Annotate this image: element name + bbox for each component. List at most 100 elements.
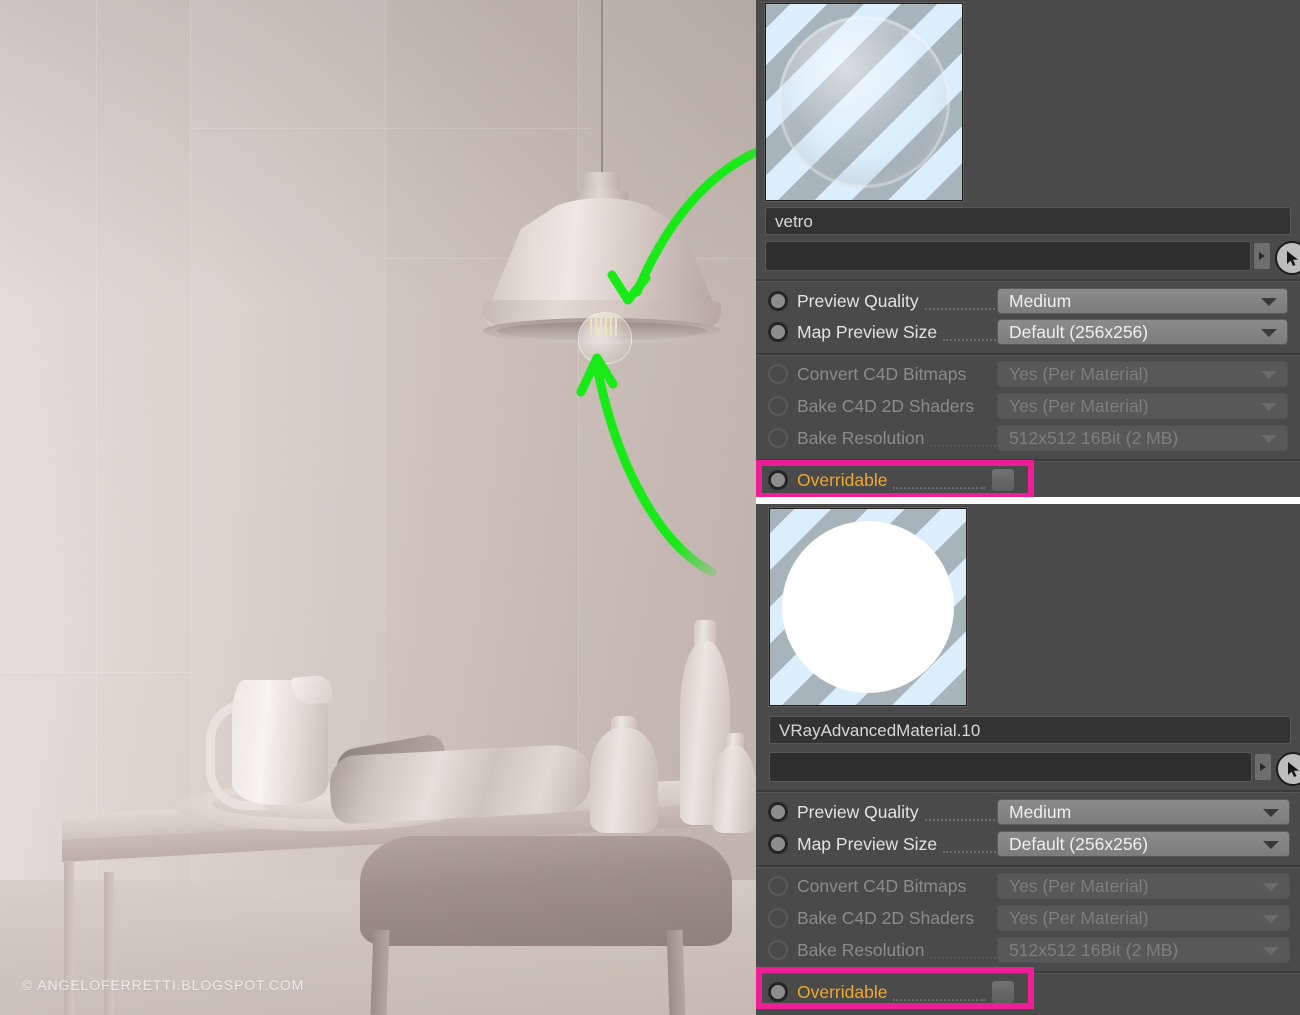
chevron-down-icon [1263, 841, 1279, 849]
property-label: Convert C4D Bitmaps [797, 875, 967, 896]
material-preview-swatch-vetro[interactable] [765, 3, 963, 201]
property-label: Bake Resolution [797, 427, 925, 448]
property-label: Bake C4D 2D Shaders [797, 395, 975, 416]
chevron-down-icon [1263, 915, 1279, 923]
property-row-overridable[interactable]: Overridable [756, 977, 1036, 1007]
material-editor-panel-vray-advanced: VRayAdvancedMaterial.10 Preview Quality … [756, 504, 1300, 1015]
dropdown-map-preview-size[interactable]: Default (256x256) [997, 831, 1290, 857]
property-label: Map Preview Size [797, 321, 938, 342]
chevron-down-icon [1261, 435, 1277, 443]
dropdown-convert-c4d-bitmaps: Yes (Per Material) [997, 873, 1290, 899]
section-divider [756, 865, 1300, 867]
material-link-row-vray [769, 752, 1300, 786]
dropdown-preview-quality[interactable]: Medium [997, 288, 1288, 314]
section-divider [756, 353, 1300, 355]
leader-dots [893, 487, 986, 489]
chair-leg [666, 929, 686, 1015]
leader-dots [943, 851, 1004, 853]
chevron-down-icon [1263, 947, 1279, 955]
dropdown-preview-quality[interactable]: Medium [997, 799, 1290, 825]
leader-dots [924, 308, 1003, 310]
property-label: Bake Resolution [797, 939, 925, 960]
leader-dots [930, 957, 997, 959]
dropdown-value: Yes (Per Material) [1009, 395, 1149, 416]
property-toggle-radio[interactable] [768, 291, 788, 311]
property-toggle-radio[interactable] [768, 470, 788, 490]
chevron-down-icon [1263, 809, 1279, 817]
material-link-field-vray[interactable] [769, 752, 1252, 782]
preview-sphere-white [782, 521, 954, 693]
link-expand-arrow-icon[interactable] [1255, 754, 1271, 780]
property-toggle-radio[interactable] [768, 982, 788, 1002]
material-link-field-vetro[interactable] [765, 241, 1251, 271]
render-viewport: © ANGELOFERRETTI.BLOGSPOT.COM [0, 0, 760, 1015]
dropdown-value: Yes (Per Material) [1009, 363, 1149, 384]
dropdown-value: Medium [1009, 290, 1072, 311]
dropdown-bake-resolution: 512x512 16Bit (2 MB) [997, 937, 1290, 963]
table-leg [104, 872, 114, 1015]
property-label: Map Preview Size [797, 833, 938, 854]
leader-dots [930, 445, 997, 447]
property-label: Preview Quality [797, 290, 919, 311]
dropdown-value: Medium [1009, 801, 1072, 822]
chevron-down-icon [1263, 883, 1279, 891]
property-toggle-radio [768, 908, 788, 928]
chevron-down-icon [1261, 329, 1277, 337]
chair-leg [370, 929, 390, 1015]
wall-seam [96, 0, 97, 900]
property-label: Convert C4D Bitmaps [797, 363, 967, 384]
material-link-row-vetro [765, 241, 1300, 275]
property-toggle-radio[interactable] [768, 802, 788, 822]
dropdown-value: 512x512 16Bit (2 MB) [1009, 427, 1179, 448]
link-expand-arrow-icon[interactable] [1254, 243, 1270, 269]
property-toggle-radio[interactable] [768, 834, 788, 854]
material-editor-panel-vetro: vetro Preview Quality Medium Map Preview… [756, 0, 1300, 500]
property-toggle-radio[interactable] [768, 322, 788, 342]
dropdown-bake-resolution: 512x512 16Bit (2 MB) [997, 425, 1288, 451]
property-label: Bake C4D 2D Shaders [797, 907, 975, 928]
screenshot-root: © ANGELOFERRETTI.BLOGSPOT.COM vetro Prev… [0, 0, 1300, 1015]
property-label: Preview Quality [797, 801, 919, 822]
dropdown-convert-c4d-bitmaps: Yes (Per Material) [997, 361, 1288, 387]
dropdown-value: Yes (Per Material) [1009, 875, 1149, 896]
dropdown-value: Default (256x256) [1009, 833, 1149, 854]
material-preview-swatch-vray[interactable] [769, 508, 967, 706]
leader-dots [893, 999, 986, 1001]
pick-cursor-icon[interactable] [1275, 241, 1300, 275]
property-toggle-radio [768, 876, 788, 896]
section-divider [756, 790, 1300, 792]
chevron-down-icon [1261, 298, 1277, 306]
watermark: © ANGELOFERRETTI.BLOGSPOT.COM [22, 977, 305, 993]
chevron-down-icon [1261, 371, 1277, 379]
dropdown-value: 512x512 16Bit (2 MB) [1009, 939, 1179, 960]
dropdown-bake-c4d-2d-shaders: Yes (Per Material) [997, 393, 1288, 419]
dropdown-value: Default (256x256) [1009, 321, 1149, 342]
dropdown-value: Yes (Per Material) [1009, 907, 1149, 928]
leader-dots [943, 339, 1004, 341]
vase-bottle [590, 728, 658, 833]
overridable-checkbox[interactable] [991, 468, 1016, 492]
property-toggle-radio [768, 364, 788, 384]
leader-dots [924, 819, 1003, 821]
material-name-field-vetro[interactable]: vetro [765, 207, 1291, 235]
lamp-filament [590, 316, 618, 336]
section-divider [756, 971, 1300, 973]
property-toggle-radio [768, 396, 788, 416]
section-divider [756, 459, 1300, 461]
dropdown-map-preview-size[interactable]: Default (256x256) [997, 319, 1288, 345]
section-divider [756, 279, 1300, 281]
material-name-field-vray[interactable]: VRayAdvancedMaterial.10 [769, 716, 1291, 744]
dropdown-bake-c4d-2d-shaders: Yes (Per Material) [997, 905, 1290, 931]
property-row-overridable[interactable]: Overridable [756, 465, 1036, 495]
preview-sphere-glass [778, 16, 950, 188]
wall-seam [0, 672, 190, 673]
property-label-overridable: Overridable [797, 469, 888, 490]
overridable-checkbox[interactable] [991, 980, 1016, 1004]
property-toggle-radio [768, 940, 788, 960]
cloth [328, 743, 592, 825]
chevron-down-icon [1261, 403, 1277, 411]
property-toggle-radio [768, 428, 788, 448]
property-label-overridable: Overridable [797, 981, 888, 1002]
vase-small [712, 745, 756, 833]
pick-cursor-icon[interactable] [1276, 752, 1300, 786]
